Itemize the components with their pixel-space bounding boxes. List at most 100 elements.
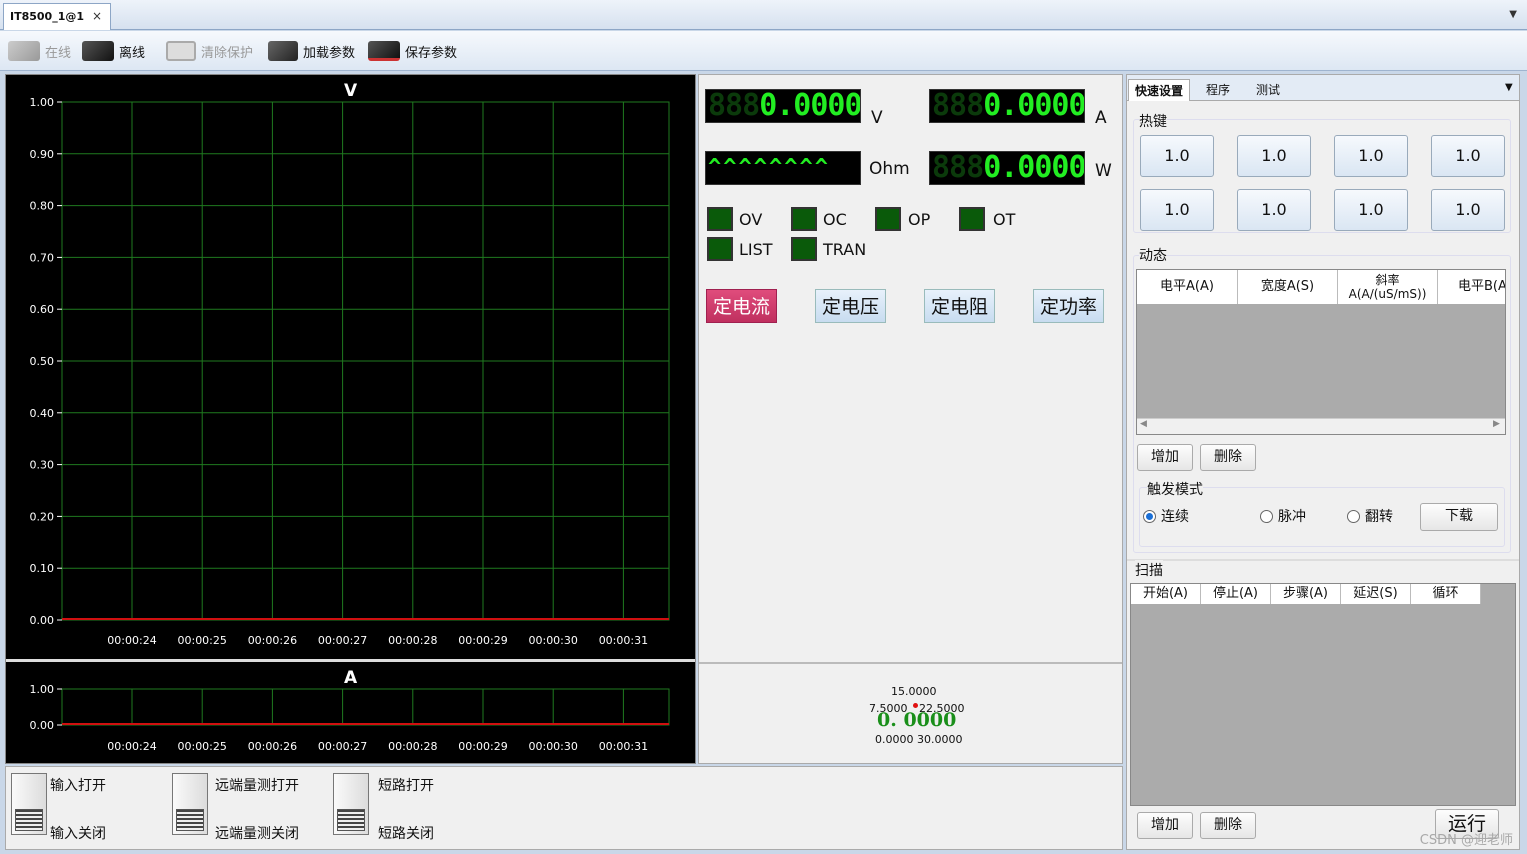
dynamic-label: 动态	[1139, 245, 1167, 265]
scan-header[interactable]: 开始(A)	[1131, 584, 1201, 604]
resistance-unit: Ohm	[869, 159, 910, 179]
scan-table[interactable]: 开始(A) 停止(A) 步骤(A) 延迟(S) 循环	[1130, 583, 1516, 806]
trigger-continuous-radio[interactable]: 连续	[1143, 506, 1189, 526]
mode-cc-button[interactable]: 定电流	[706, 289, 778, 323]
trigger-label: 触发模式	[1147, 479, 1203, 499]
plot-frame	[61, 688, 670, 726]
scan-divider	[1127, 559, 1519, 561]
x-tick-label: 00:00:27	[318, 740, 367, 753]
tab-quick-settings[interactable]: 快速设置	[1128, 79, 1191, 101]
dynamic-header[interactable]: 电平A(A)	[1137, 270, 1238, 304]
ot-indicator	[959, 207, 985, 231]
y-tick-label: 1.00	[30, 683, 55, 696]
online-button[interactable]: 在线	[8, 39, 71, 63]
y-tick-label: 0.60	[30, 303, 55, 316]
scroll-left-icon[interactable]: ◀	[1140, 419, 1147, 429]
chevron-down-icon[interactable]: ▼	[1509, 9, 1517, 20]
y-tick-label: 0.10	[30, 562, 55, 575]
scan-header[interactable]: 步骤(A)	[1271, 584, 1341, 604]
current-chart: 1.00 0.00 00:00:24 00:00:25 00:00:26 00:00:27…	[30, 683, 670, 753]
trigger-toggle-radio[interactable]: 翻转	[1347, 506, 1393, 526]
x-tick-label: 00:00:29	[458, 634, 507, 647]
x-tick-label: 00:00:28	[388, 634, 437, 647]
mode-cv-button[interactable]: 定电压	[815, 289, 887, 323]
radio-icon	[1143, 509, 1156, 523]
switch-grip-icon	[15, 809, 43, 831]
hotkey-button-8[interactable]: 1.0	[1431, 189, 1505, 231]
y-tick-label: 0.30	[30, 459, 55, 472]
op-label: OP	[908, 210, 931, 229]
horizontal-scrollbar[interactable]	[1137, 418, 1505, 434]
hotkey-button-7[interactable]: 1.0	[1334, 189, 1408, 231]
y-tick-label: 0.80	[30, 200, 55, 213]
remote-sense-switch[interactable]	[172, 773, 208, 835]
scan-header[interactable]: 停止(A)	[1201, 584, 1271, 604]
scan-add-button[interactable]: 增加	[1137, 812, 1193, 839]
offline-button[interactable]: 离线	[82, 39, 145, 63]
dynamic-header[interactable]: 斜率 A(A/(uS/mS))	[1338, 270, 1438, 304]
watermark: CSDN @迎老师	[1419, 833, 1513, 848]
x-tick-label: 00:00:30	[528, 634, 577, 647]
x-tick-label: 00:00:26	[248, 634, 297, 647]
x-tick-label: 00:00:29	[458, 740, 507, 753]
input-switch[interactable]	[11, 773, 47, 835]
input-close-label: 输入关闭	[50, 826, 106, 842]
hotkey-button-4[interactable]: 1.0	[1431, 135, 1505, 177]
scan-delete-button[interactable]: 删除	[1200, 812, 1256, 839]
load-params-button[interactable]: 加载参数	[268, 39, 355, 63]
mode-cw-button[interactable]: 定功率	[1033, 289, 1105, 323]
short-switch[interactable]	[333, 773, 369, 835]
save-params-button[interactable]: 保存参数	[368, 39, 457, 63]
hotkey-button-1[interactable]: 1.0	[1140, 135, 1214, 177]
gauge-max-label: 15.0000	[891, 685, 937, 698]
x-tick-label: 00:00:30	[528, 740, 577, 753]
settings-panel: 快速设置 程序 测试 ▼ 热键 1.0 1.0 1.0 1.0 1.0 1.0 …	[1126, 74, 1520, 850]
trigger-pulse-radio[interactable]: 脉冲	[1260, 506, 1306, 526]
tran-indicator	[791, 237, 817, 261]
chart-panel: V 1.00 0.90 0.80 0.70 0.60 0.50 0.40 0.30 0.20 0.…	[5, 74, 696, 764]
scan-header[interactable]: 延迟(S)	[1341, 584, 1411, 604]
offline-label: 离线	[119, 45, 146, 61]
hotkey-button-6[interactable]: 1.0	[1237, 189, 1311, 231]
clear-protect-button[interactable]: 清除保护	[166, 39, 253, 63]
document-tab[interactable]: IT8500_1@1 ×	[3, 3, 111, 30]
resistance-display: ^^^^^^^^	[705, 151, 861, 185]
hotkey-button-2[interactable]: 1.0	[1237, 135, 1311, 177]
dynamic-header[interactable]: 宽度A(S)	[1238, 270, 1338, 304]
close-icon[interactable]: ×	[92, 9, 102, 23]
radio-icon	[1260, 509, 1273, 523]
dynamic-delete-button[interactable]: 删除	[1200, 444, 1256, 471]
list-indicator	[707, 237, 733, 261]
toolbar: 在线 离线 清除保护 加载参数 保存参数	[0, 31, 1527, 71]
dynamic-header[interactable]: 电平B(A	[1438, 270, 1505, 304]
op-indicator	[875, 207, 901, 231]
y-tick-label: 0.70	[30, 251, 55, 264]
dynamic-table[interactable]: 电平A(A) 宽度A(S) 斜率 A(A/(uS/mS)) 电平B(A ◀ ▶	[1136, 269, 1506, 435]
scan-label: 扫描	[1135, 560, 1163, 580]
x-tick-label: 00:00:25	[177, 634, 226, 647]
gauge-bottom-label: 0.0000 30.0000	[875, 733, 963, 746]
short-open-label: 短路打开	[378, 778, 434, 794]
download-button[interactable]: 下载	[1420, 503, 1498, 531]
measurement-panel: 8880.0000 V 8880.0000 A ^^^^^^^^ Ohm 888…	[698, 74, 1123, 764]
tab-program[interactable]: 程序	[1200, 79, 1236, 100]
hotkey-button-5[interactable]: 1.0	[1140, 189, 1214, 231]
chevron-down-icon[interactable]: ▼	[1505, 82, 1513, 93]
x-tick-label: 00:00:25	[177, 740, 226, 753]
hotkey-button-3[interactable]: 1.0	[1334, 135, 1408, 177]
online-label: 在线	[45, 45, 72, 61]
dynamic-add-button[interactable]: 增加	[1137, 444, 1193, 471]
power-unit: W	[1095, 161, 1112, 181]
voltage-unit: V	[871, 108, 883, 128]
tab-test[interactable]: 测试	[1250, 79, 1286, 100]
mode-cr-button[interactable]: 定电阻	[924, 289, 996, 323]
trigger-continuous-label: 连续	[1161, 509, 1189, 525]
short-close-label: 短路关闭	[378, 826, 434, 842]
gauge: 15.0000 7.5000 22.5000 0. 0000 0.0000 30…	[849, 685, 979, 765]
voltage-chart: 1.00 0.90 0.80 0.70 0.60 0.50 0.40 0.30 0.20 0.10…	[30, 96, 670, 647]
y-tick-label: 0.50	[30, 355, 55, 368]
offline-icon	[82, 41, 114, 61]
scroll-right-icon[interactable]: ▶	[1493, 419, 1500, 429]
scan-header[interactable]: 循环	[1411, 584, 1481, 604]
x-tick-label: 00:00:27	[318, 634, 367, 647]
